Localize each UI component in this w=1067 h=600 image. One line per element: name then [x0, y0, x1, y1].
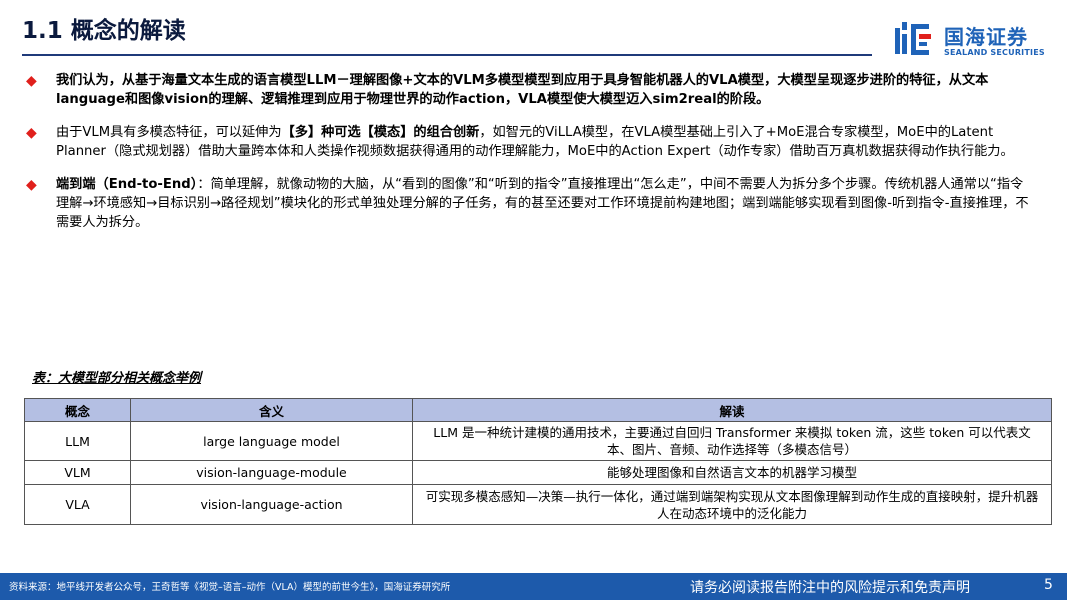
bullet-text: 由于VLM具有多模态特征，可以延伸为 [56, 125, 282, 140]
table-header-row: 概念 含义 解读 [24, 398, 1052, 422]
logo-english-name: SEALAND SECURITIES [944, 48, 1045, 57]
table-cell: large language model [130, 421, 413, 461]
diamond-bullet-icon: ◆ [26, 125, 37, 141]
page-number: 5 [1044, 577, 1053, 593]
company-logo: 国海证券 SEALAND SECURITIES [893, 20, 1053, 60]
bullet-emphasis: 端到端（End-to-End） [56, 177, 198, 192]
table-cell: vision-language-module [130, 460, 413, 485]
table-header-cell: 含义 [130, 398, 413, 422]
logo-chinese-name: 国海证券 [944, 25, 1028, 49]
table-row: LLM large language model LLM 是一种统计建模的通用技… [24, 421, 1052, 461]
concepts-table: 概念 含义 解读 LLM large language model LLM 是一… [24, 398, 1052, 525]
bullet-emphasis: 【多】种可选【模态】的组合创新 [281, 125, 480, 140]
bullet-item: ◆ 端到端（End-to-End）：简单理解，就像动物的大脑，从“看到的图像”和… [26, 175, 1036, 232]
bullet-text: 我们认为，从基于海量文本生成的语言模型LLM－理解图像+文本的VLM多模型模型到… [56, 73, 989, 107]
diamond-bullet-icon: ◆ [26, 73, 37, 89]
bullet-item: ◆ 由于VLM具有多模态特征，可以延伸为【多】种可选【模态】的组合创新，如智元的… [26, 123, 1036, 161]
table-cell: 能够处理图像和自然语言文本的机器学习模型 [412, 460, 1052, 485]
bullet-item: ◆ 我们认为，从基于海量文本生成的语言模型LLM－理解图像+文本的VLM多模型模… [26, 71, 1036, 109]
disclaimer-text: 请务必阅读报告附注中的风险提示和免责声明 [690, 580, 970, 596]
source-note: 资料来源：地平线开发者公众号，王奇哲等《视觉–语言–动作（VLA）模型的前世今生… [9, 582, 451, 593]
footer-bar: 资料来源：地平线开发者公众号，王奇哲等《视觉–语言–动作（VLA）模型的前世今生… [0, 573, 1067, 600]
table-header-cell: 概念 [24, 398, 131, 422]
table-cell: LLM 是一种统计建模的通用技术，主要通过自回归 Transformer 来模拟… [412, 421, 1052, 461]
table-cell: VLM [24, 460, 131, 485]
table-row: VLM vision-language-module 能够处理图像和自然语言文本… [24, 460, 1052, 485]
diamond-bullet-icon: ◆ [26, 177, 37, 193]
table-cell: LLM [24, 421, 131, 461]
title-divider [22, 54, 872, 56]
table-header-cell: 解读 [412, 398, 1052, 422]
table-cell: vision-language-action [130, 484, 413, 525]
table-row: VLA vision-language-action 可实现多模态感知—决策—执… [24, 484, 1052, 525]
table-cell: VLA [24, 484, 131, 525]
bullet-list: ◆ 我们认为，从基于海量文本生成的语言模型LLM－理解图像+文本的VLM多模型模… [26, 71, 1036, 246]
bullet-text: ：简单理解，就像动物的大脑，从“看到的图像”和“听到的指令”直接推理出“怎么走”… [56, 177, 1029, 230]
page-title: 1.1 概念的解读 [22, 18, 186, 44]
table-cell: 可实现多模态感知—决策—执行一体化，通过端到端架构实现从文本图像理解到动作生成的… [412, 484, 1052, 525]
table-caption: 表：大模型部分相关概念举例 [32, 371, 202, 386]
sealand-logo-icon [895, 22, 931, 55]
